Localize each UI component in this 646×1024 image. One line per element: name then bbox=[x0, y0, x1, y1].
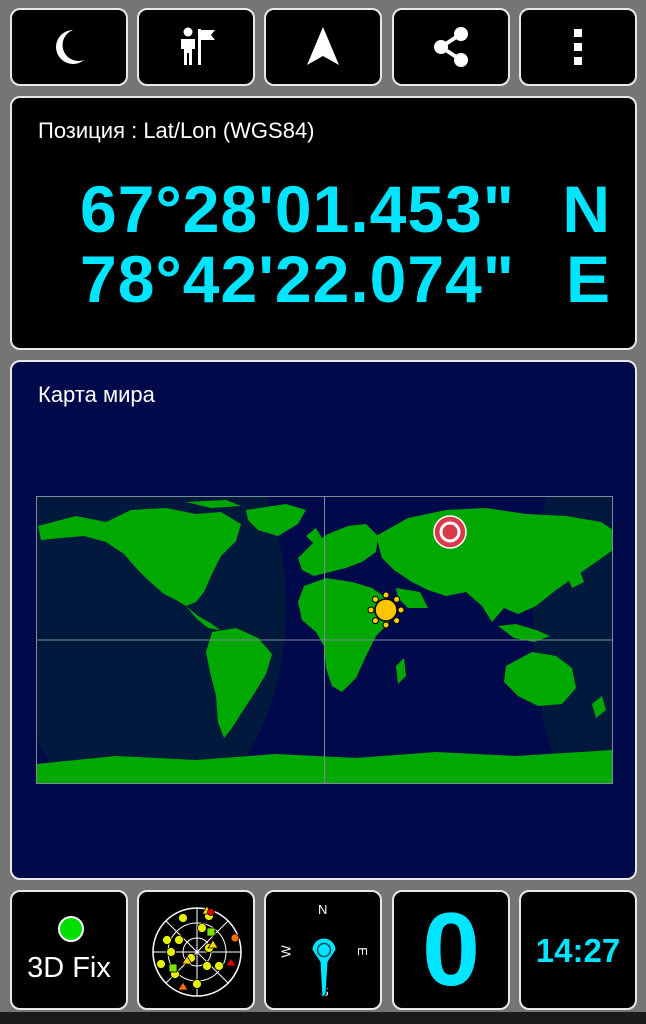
latitude-row: 67°28'01.453" N bbox=[80, 176, 611, 242]
share-icon bbox=[434, 27, 468, 67]
position-panel[interactable]: Позиция : Lat/Lon (WGS84) 67°28'01.453" … bbox=[10, 96, 637, 350]
speed-value: 0 bbox=[422, 892, 480, 1008]
more-vertical-icon bbox=[574, 29, 582, 65]
satellite-sky-plot-icon bbox=[152, 905, 242, 997]
bottom-bar bbox=[0, 1012, 646, 1024]
world-map-label: Карта мира bbox=[38, 382, 155, 407]
menu-button[interactable] bbox=[519, 8, 637, 86]
latitude-value: 67°28'01.453" bbox=[80, 172, 516, 246]
compass-north: N bbox=[318, 902, 328, 917]
compass-west: W bbox=[278, 945, 294, 958]
clock-time: 14:27 bbox=[535, 932, 621, 969]
person-flag-icon bbox=[181, 27, 215, 65]
fix-indicator-dot bbox=[58, 916, 84, 942]
world-map[interactable] bbox=[36, 496, 613, 784]
compass-east: E bbox=[354, 947, 370, 956]
share-button[interactable] bbox=[392, 8, 510, 86]
longitude-hemisphere: E bbox=[565, 242, 611, 316]
navigation-arrow-icon bbox=[307, 27, 339, 65]
compass[interactable]: N E S W bbox=[264, 890, 382, 1010]
night-mode-button[interactable] bbox=[10, 8, 128, 86]
longitude-row: 78°42'22.074" E bbox=[80, 246, 611, 312]
sun-icon bbox=[367, 591, 405, 629]
satellite-sky-plot[interactable] bbox=[137, 890, 255, 1010]
moon-icon bbox=[56, 30, 84, 64]
speed-display[interactable]: 0 bbox=[392, 890, 510, 1010]
location-marker-icon bbox=[433, 515, 467, 549]
gps-fix-status[interactable]: 3D Fix bbox=[10, 890, 128, 1010]
waypoint-button[interactable] bbox=[137, 8, 255, 86]
navigation-button[interactable] bbox=[264, 8, 382, 86]
latitude-hemisphere: N bbox=[562, 172, 611, 246]
compass-needle-icon bbox=[311, 937, 337, 1000]
position-label: Позиция : Lat/Lon (WGS84) bbox=[38, 118, 315, 143]
world-map-panel[interactable]: Карта мира bbox=[10, 360, 637, 880]
longitude-value: 78°42'22.074" bbox=[80, 242, 516, 316]
fix-label: 3D Fix bbox=[27, 952, 111, 984]
clock-display[interactable]: 14:27 bbox=[519, 890, 637, 1010]
